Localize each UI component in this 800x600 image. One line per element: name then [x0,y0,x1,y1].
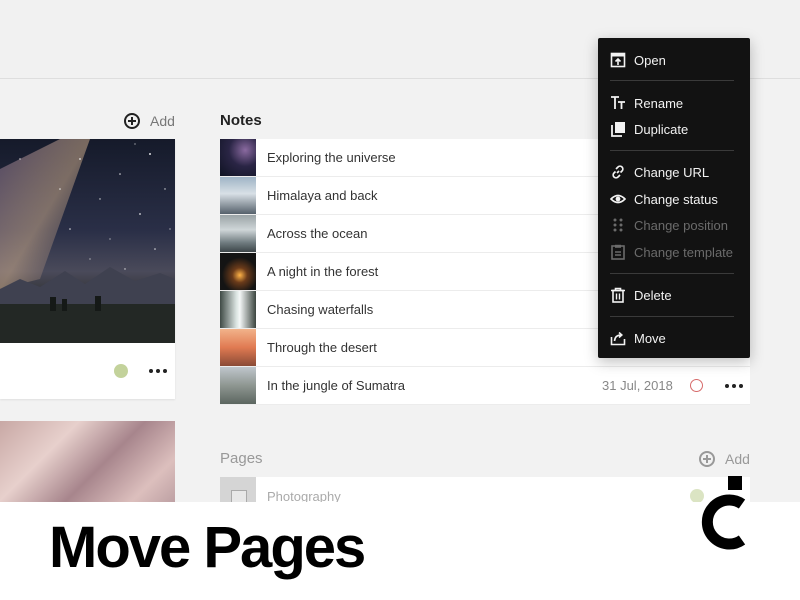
menu-item-label: Delete [634,287,672,303]
menu-item-change-template: Change template [610,241,733,263]
eye-icon [610,194,626,204]
note-title: Himalaya and back [267,188,378,203]
notes-section-title: Notes [220,112,262,129]
note-title: Chasing waterfalls [267,302,374,317]
drag-handle-icon [613,218,623,232]
move-icon [610,331,626,346]
menu-item-delete[interactable]: Delete [610,284,672,306]
pages-section-title: Pages [220,450,263,467]
card-image-starry-night [0,139,175,343]
clipboard-icon [611,244,625,260]
note-title: A night in the forest [267,264,379,279]
card-footer [0,343,175,399]
text-icon [611,96,625,109]
menu-item-label: Open [634,52,666,68]
status-ring-draft[interactable] [690,379,703,392]
note-title: In the jungle of Sumatra [267,378,406,393]
add-circle-icon [124,113,140,129]
note-title: Exploring the universe [267,150,396,165]
trash-icon [611,287,625,303]
banner-title: Move Pages [49,515,366,580]
menu-item-label: Duplicate [634,121,689,137]
more-options-icon[interactable] [149,369,167,373]
menu-divider [610,80,734,81]
image-card-abstract[interactable] [0,421,175,511]
duplicate-icon [611,122,625,137]
left-add-button[interactable]: Add [124,113,175,129]
note-title: Across the ocean [267,226,368,241]
pages-add-label: Add [725,451,750,467]
menu-item-rename[interactable]: Rename [610,92,683,114]
menu-divider [610,273,734,274]
note-date: 31 Jul, 2018 [602,378,673,393]
menu-item-label: Change template [634,244,734,260]
menu-divider [610,150,734,151]
link-icon [612,165,624,179]
note-title: Through the desert [267,340,377,355]
status-dot-published[interactable] [114,364,128,378]
menu-item-change-status[interactable]: Change status [610,188,718,210]
title-banner: Move Pages [0,502,800,600]
note-thumbnail [220,253,256,290]
context-menu: Open Rename Duplicate Change URL Change … [598,38,750,358]
note-thumbnail [220,139,256,176]
menu-divider [610,316,734,317]
note-thumbnail [220,291,256,328]
note-row[interactable]: In the jungle of Sumatra 31 Jul, 2018 [220,367,750,405]
add-circle-icon [699,451,715,467]
starry-mountain-illustration [0,139,175,343]
menu-item-open[interactable]: Open [610,49,666,71]
pages-add-button[interactable]: Add [699,451,750,467]
menu-item-label: Move [634,330,666,346]
menu-item-change-position: Change position [610,214,728,236]
open-icon [610,52,626,68]
menu-item-label: Change status [634,191,718,207]
menu-item-label: Change URL [634,164,710,180]
note-thumbnail [220,329,256,366]
menu-item-move[interactable]: Move [610,327,666,349]
image-card[interactable] [0,139,175,399]
menu-item-duplicate[interactable]: Duplicate [610,118,688,140]
note-thumbnail [220,177,256,214]
menu-item-label: Change position [634,217,728,233]
left-add-label: Add [150,113,175,129]
note-thumbnail [220,215,256,252]
brand-logo [701,476,746,550]
more-options-icon[interactable] [725,383,743,388]
note-thumbnail [220,367,256,404]
menu-item-change-url[interactable]: Change URL [610,161,709,183]
menu-item-label: Rename [634,95,684,111]
